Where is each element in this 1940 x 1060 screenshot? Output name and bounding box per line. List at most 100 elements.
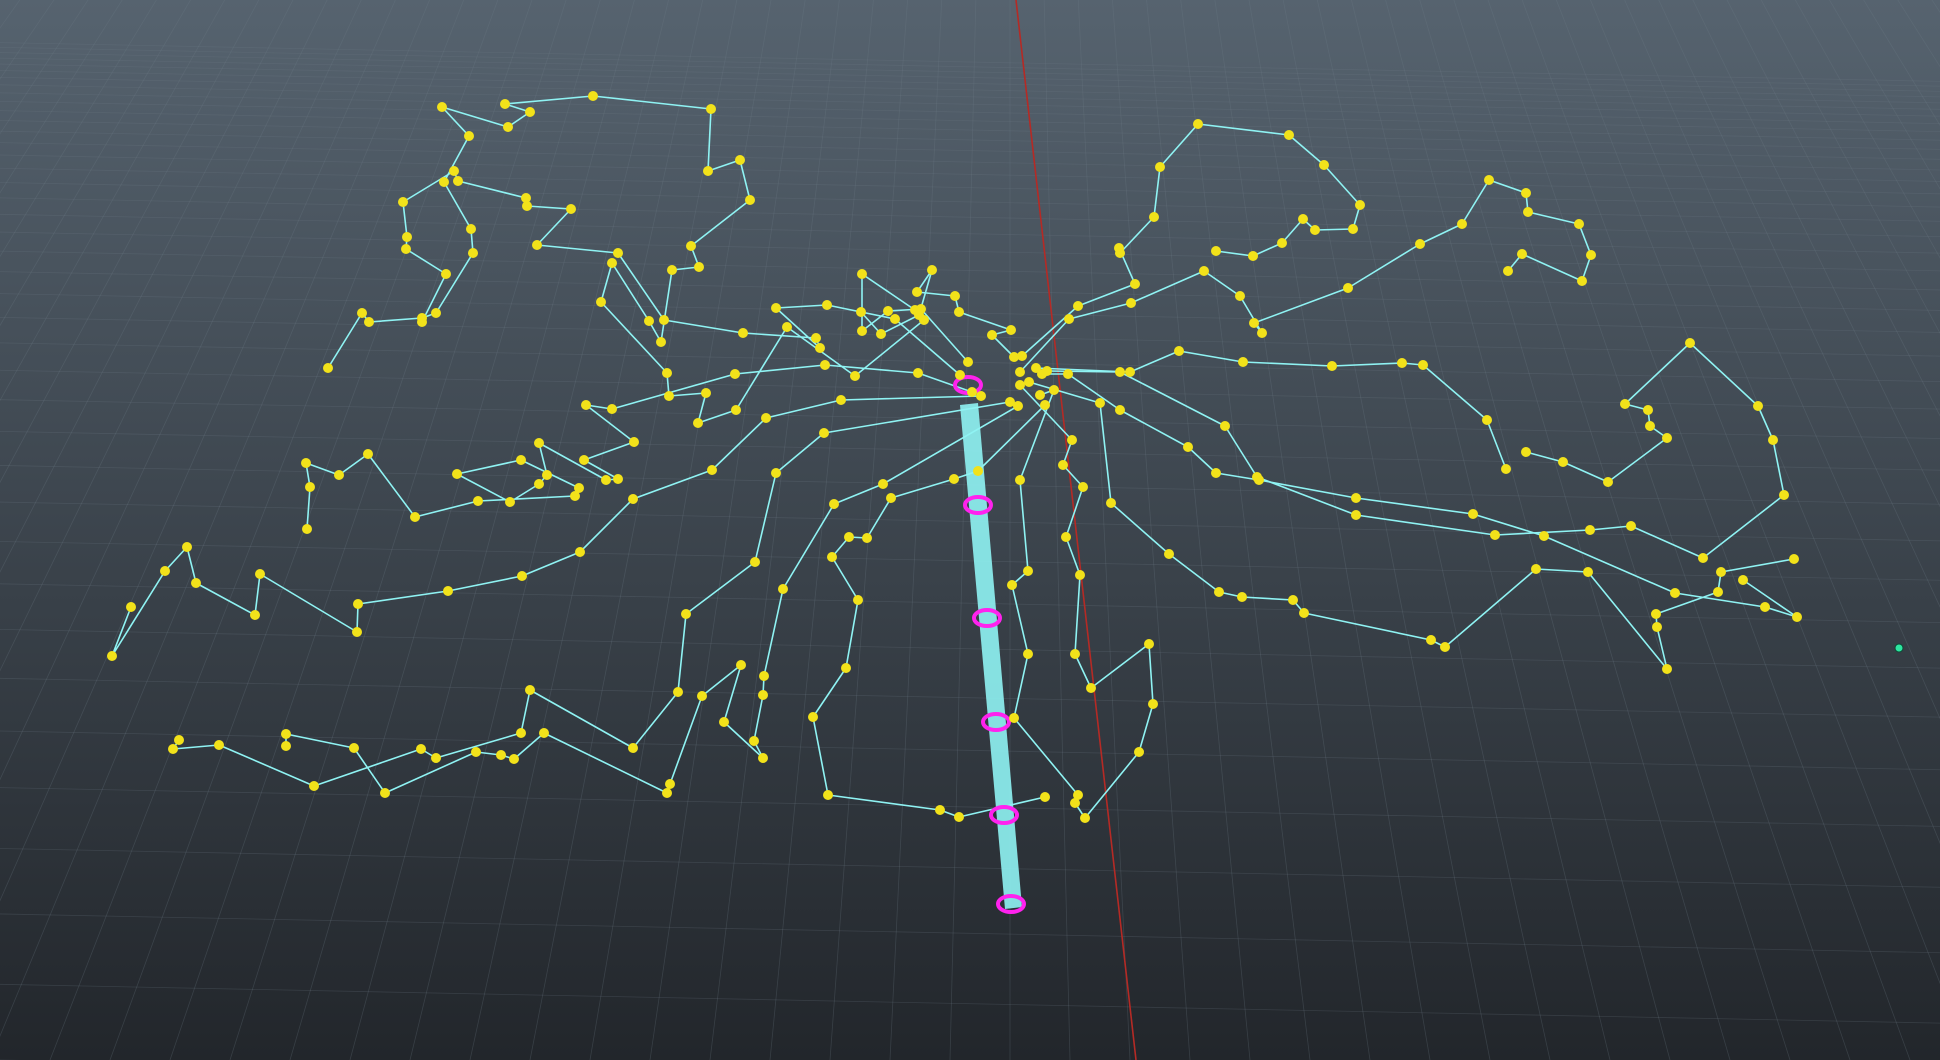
control-vertex[interactable] bbox=[601, 475, 611, 485]
control-vertex[interactable] bbox=[1061, 532, 1071, 542]
control-vertex[interactable] bbox=[1577, 276, 1587, 286]
control-vertex[interactable] bbox=[662, 788, 672, 798]
control-vertex[interactable] bbox=[1789, 554, 1799, 564]
control-vertex[interactable] bbox=[736, 660, 746, 670]
control-vertex[interactable] bbox=[1214, 587, 1224, 597]
control-vertex[interactable] bbox=[827, 552, 837, 562]
control-vertex[interactable] bbox=[1086, 683, 1096, 693]
control-vertex[interactable] bbox=[1063, 369, 1073, 379]
control-vertex[interactable] bbox=[1517, 249, 1527, 259]
control-vertex[interactable] bbox=[496, 750, 506, 760]
control-vertex[interactable] bbox=[613, 248, 623, 258]
control-vertex[interactable] bbox=[613, 474, 623, 484]
control-vertex[interactable] bbox=[836, 395, 846, 405]
control-vertex[interactable] bbox=[353, 599, 363, 609]
control-vertex[interactable] bbox=[1035, 390, 1045, 400]
locator-point[interactable] bbox=[1894, 643, 1904, 653]
control-vertex[interactable] bbox=[950, 291, 960, 301]
control-vertex[interactable] bbox=[815, 343, 825, 353]
control-vertex[interactable] bbox=[1768, 435, 1778, 445]
control-vertex[interactable] bbox=[857, 269, 867, 279]
control-vertex[interactable] bbox=[160, 566, 170, 576]
control-vertex[interactable] bbox=[738, 328, 748, 338]
control-vertex[interactable] bbox=[581, 400, 591, 410]
control-vertex[interactable] bbox=[1126, 298, 1136, 308]
control-vertex[interactable] bbox=[1484, 175, 1494, 185]
control-vertex[interactable] bbox=[126, 602, 136, 612]
control-vertex[interactable] bbox=[876, 329, 886, 339]
control-vertex[interactable] bbox=[532, 240, 542, 250]
control-vertex[interactable] bbox=[1760, 602, 1770, 612]
control-vertex[interactable] bbox=[525, 107, 535, 117]
control-vertex[interactable] bbox=[1351, 510, 1361, 520]
control-vertex[interactable] bbox=[305, 482, 315, 492]
control-vertex[interactable] bbox=[534, 438, 544, 448]
control-vertex[interactable] bbox=[735, 155, 745, 165]
control-vertex[interactable] bbox=[1249, 318, 1259, 328]
control-vertex[interactable] bbox=[1531, 564, 1541, 574]
control-vertex[interactable] bbox=[659, 315, 669, 325]
control-vertex[interactable] bbox=[334, 470, 344, 480]
control-vertex[interactable] bbox=[281, 741, 291, 751]
control-vertex[interactable] bbox=[1685, 338, 1695, 348]
control-vertex[interactable] bbox=[1457, 219, 1467, 229]
control-vertex[interactable] bbox=[534, 479, 544, 489]
control-vertex[interactable] bbox=[1643, 405, 1653, 415]
control-vertex[interactable] bbox=[452, 469, 462, 479]
control-vertex[interactable] bbox=[976, 391, 986, 401]
control-vertex[interactable] bbox=[1288, 595, 1298, 605]
control-vertex[interactable] bbox=[665, 779, 675, 789]
control-vertex[interactable] bbox=[1024, 377, 1034, 387]
control-vertex[interactable] bbox=[841, 663, 851, 673]
control-vertex[interactable] bbox=[823, 790, 833, 800]
control-vertex[interactable] bbox=[761, 413, 771, 423]
control-vertex[interactable] bbox=[1174, 346, 1184, 356]
control-vertex[interactable] bbox=[1040, 792, 1050, 802]
control-vertex[interactable] bbox=[750, 557, 760, 567]
control-vertex[interactable] bbox=[912, 287, 922, 297]
control-vertex[interactable] bbox=[1620, 399, 1630, 409]
control-vertex[interactable] bbox=[862, 533, 872, 543]
control-vertex[interactable] bbox=[954, 812, 964, 822]
control-vertex[interactable] bbox=[987, 330, 997, 340]
control-vertex[interactable] bbox=[1298, 214, 1308, 224]
control-vertex[interactable] bbox=[473, 496, 483, 506]
control-vertex[interactable] bbox=[1075, 570, 1085, 580]
control-vertex[interactable] bbox=[819, 428, 829, 438]
control-vertex[interactable] bbox=[1716, 567, 1726, 577]
control-vertex[interactable] bbox=[694, 262, 704, 272]
control-vertex[interactable] bbox=[588, 91, 598, 101]
control-vertex[interactable] bbox=[579, 455, 589, 465]
control-vertex[interactable] bbox=[309, 781, 319, 791]
control-vertex[interactable] bbox=[967, 387, 977, 397]
control-vertex[interactable] bbox=[1149, 212, 1159, 222]
control-vertex[interactable] bbox=[749, 736, 759, 746]
control-vertex[interactable] bbox=[1713, 587, 1723, 597]
control-vertex[interactable] bbox=[778, 584, 788, 594]
control-vertex[interactable] bbox=[402, 232, 412, 242]
control-vertex[interactable] bbox=[214, 740, 224, 750]
control-vertex[interactable] bbox=[857, 326, 867, 336]
control-vertex[interactable] bbox=[168, 744, 178, 754]
control-vertex[interactable] bbox=[566, 204, 576, 214]
control-vertex[interactable] bbox=[1343, 283, 1353, 293]
control-vertex[interactable] bbox=[1015, 475, 1025, 485]
control-vertex[interactable] bbox=[1078, 482, 1088, 492]
3d-viewport[interactable] bbox=[0, 0, 1940, 1060]
control-vertex[interactable] bbox=[1626, 521, 1636, 531]
control-vertex[interactable] bbox=[954, 307, 964, 317]
control-vertex[interactable] bbox=[629, 437, 639, 447]
control-vertex[interactable] bbox=[822, 300, 832, 310]
control-vertex[interactable] bbox=[431, 753, 441, 763]
control-vertex[interactable] bbox=[1355, 200, 1365, 210]
control-vertex[interactable] bbox=[1698, 553, 1708, 563]
control-vertex[interactable] bbox=[1645, 421, 1655, 431]
control-vertex[interactable] bbox=[1248, 251, 1258, 261]
control-vertex[interactable] bbox=[1585, 525, 1595, 535]
control-vertex[interactable] bbox=[1284, 130, 1294, 140]
control-vertex[interactable] bbox=[1193, 119, 1203, 129]
control-vertex[interactable] bbox=[1252, 472, 1262, 482]
control-vertex[interactable] bbox=[1115, 248, 1125, 258]
control-vertex[interactable] bbox=[500, 99, 510, 109]
control-vertex[interactable] bbox=[829, 499, 839, 509]
